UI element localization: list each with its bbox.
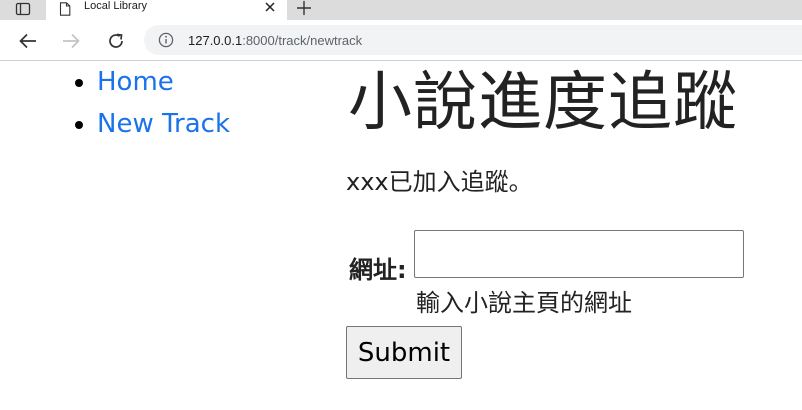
status-message: xxx已加入追蹤。: [346, 168, 533, 196]
url-field-label: 網址:: [349, 256, 407, 284]
nav-item-new-track: New Track: [97, 103, 230, 145]
url-path: :8000/track/newtrack: [242, 33, 363, 48]
tab-title: Local Library: [84, 0, 147, 12]
address-bar[interactable]: 127.0.0.1:8000/track/newtrack: [144, 25, 802, 55]
page-content: Home New Track 小說進度追蹤 xxx已加入追蹤。 網址: 輸入小說…: [0, 61, 802, 410]
page-title: 小說進度追蹤: [348, 66, 738, 140]
info-icon[interactable]: [158, 32, 174, 52]
browser-tab[interactable]: Local Library: [46, 0, 287, 20]
browser-toolbar: 127.0.0.1:8000/track/newtrack: [0, 20, 802, 61]
home-link[interactable]: Home: [97, 67, 174, 97]
back-arrow-icon[interactable]: [15, 28, 41, 54]
tab-strip: Local Library: [0, 0, 802, 20]
new-track-link[interactable]: New Track: [97, 109, 230, 139]
forward-arrow-icon[interactable]: [58, 28, 84, 54]
new-tab-icon[interactable]: [292, 0, 316, 16]
url-text: 127.0.0.1:8000/track/newtrack: [188, 33, 362, 48]
submit-button[interactable]: Submit: [346, 326, 462, 379]
page-icon: [59, 1, 71, 20]
reload-icon[interactable]: [103, 28, 129, 54]
sidebar-toggle-icon[interactable]: [8, 0, 38, 18]
url-host: 127.0.0.1: [188, 33, 243, 48]
url-help-text: 輸入小說主頁的網址: [416, 289, 632, 317]
nav-item-home: Home: [97, 61, 230, 103]
sidebar-nav: Home New Track: [40, 61, 230, 145]
url-input[interactable]: [414, 230, 744, 278]
close-tab-icon[interactable]: [262, 0, 278, 14]
